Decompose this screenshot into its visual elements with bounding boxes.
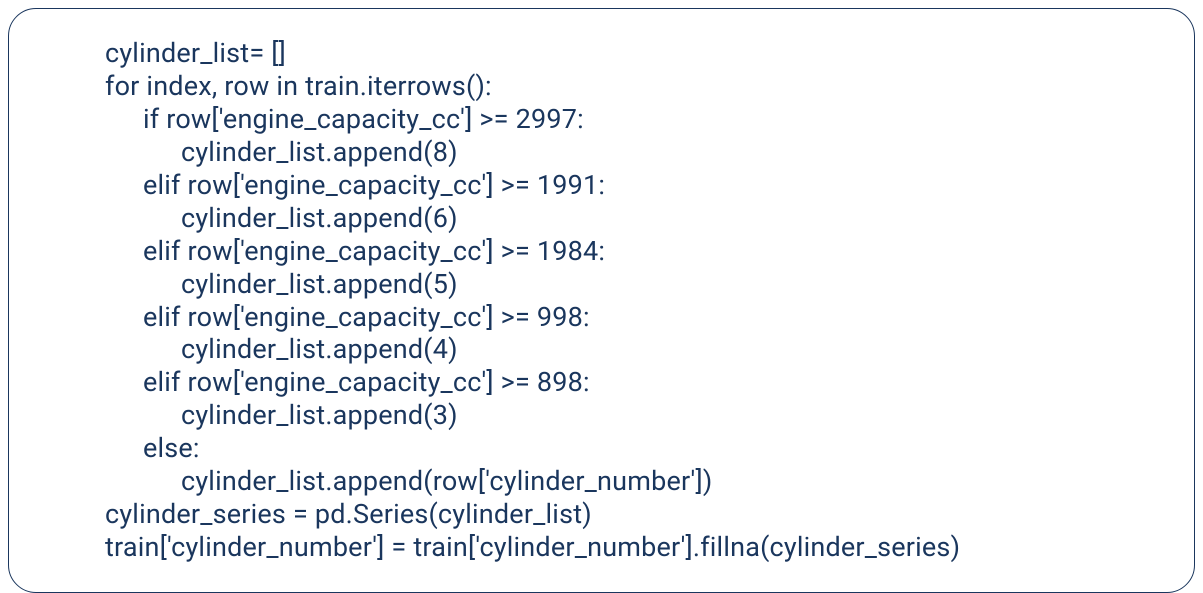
code-line: elif row['engine_capacity_cc'] >= 998:	[105, 301, 1154, 334]
code-line: cylinder_series = pd.Series(cylinder_lis…	[105, 498, 1154, 531]
code-line: elif row['engine_capacity_cc'] >= 1984:	[105, 235, 1154, 268]
code-line: cylinder_list.append(3)	[105, 399, 1154, 432]
code-snippet-box: cylinder_list= [] for index, row in trai…	[8, 8, 1195, 593]
code-line: cylinder_list.append(4)	[105, 333, 1154, 366]
code-line: cylinder_list.append(6)	[105, 202, 1154, 235]
code-line: cylinder_list= []	[105, 37, 1154, 70]
code-line: train['cylinder_number'] = train['cylind…	[105, 531, 1154, 564]
code-line: elif row['engine_capacity_cc'] >= 898:	[105, 366, 1154, 399]
code-line: cylinder_list.append(8)	[105, 136, 1154, 169]
code-line: cylinder_list.append(row['cylinder_numbe…	[105, 465, 1154, 498]
code-line: if row['engine_capacity_cc'] >= 2997:	[105, 103, 1154, 136]
code-line: for index, row in train.iterrows():	[105, 70, 1154, 103]
code-line: cylinder_list.append(5)	[105, 268, 1154, 301]
code-line: elif row['engine_capacity_cc'] >= 1991:	[105, 169, 1154, 202]
code-line: else:	[105, 432, 1154, 465]
